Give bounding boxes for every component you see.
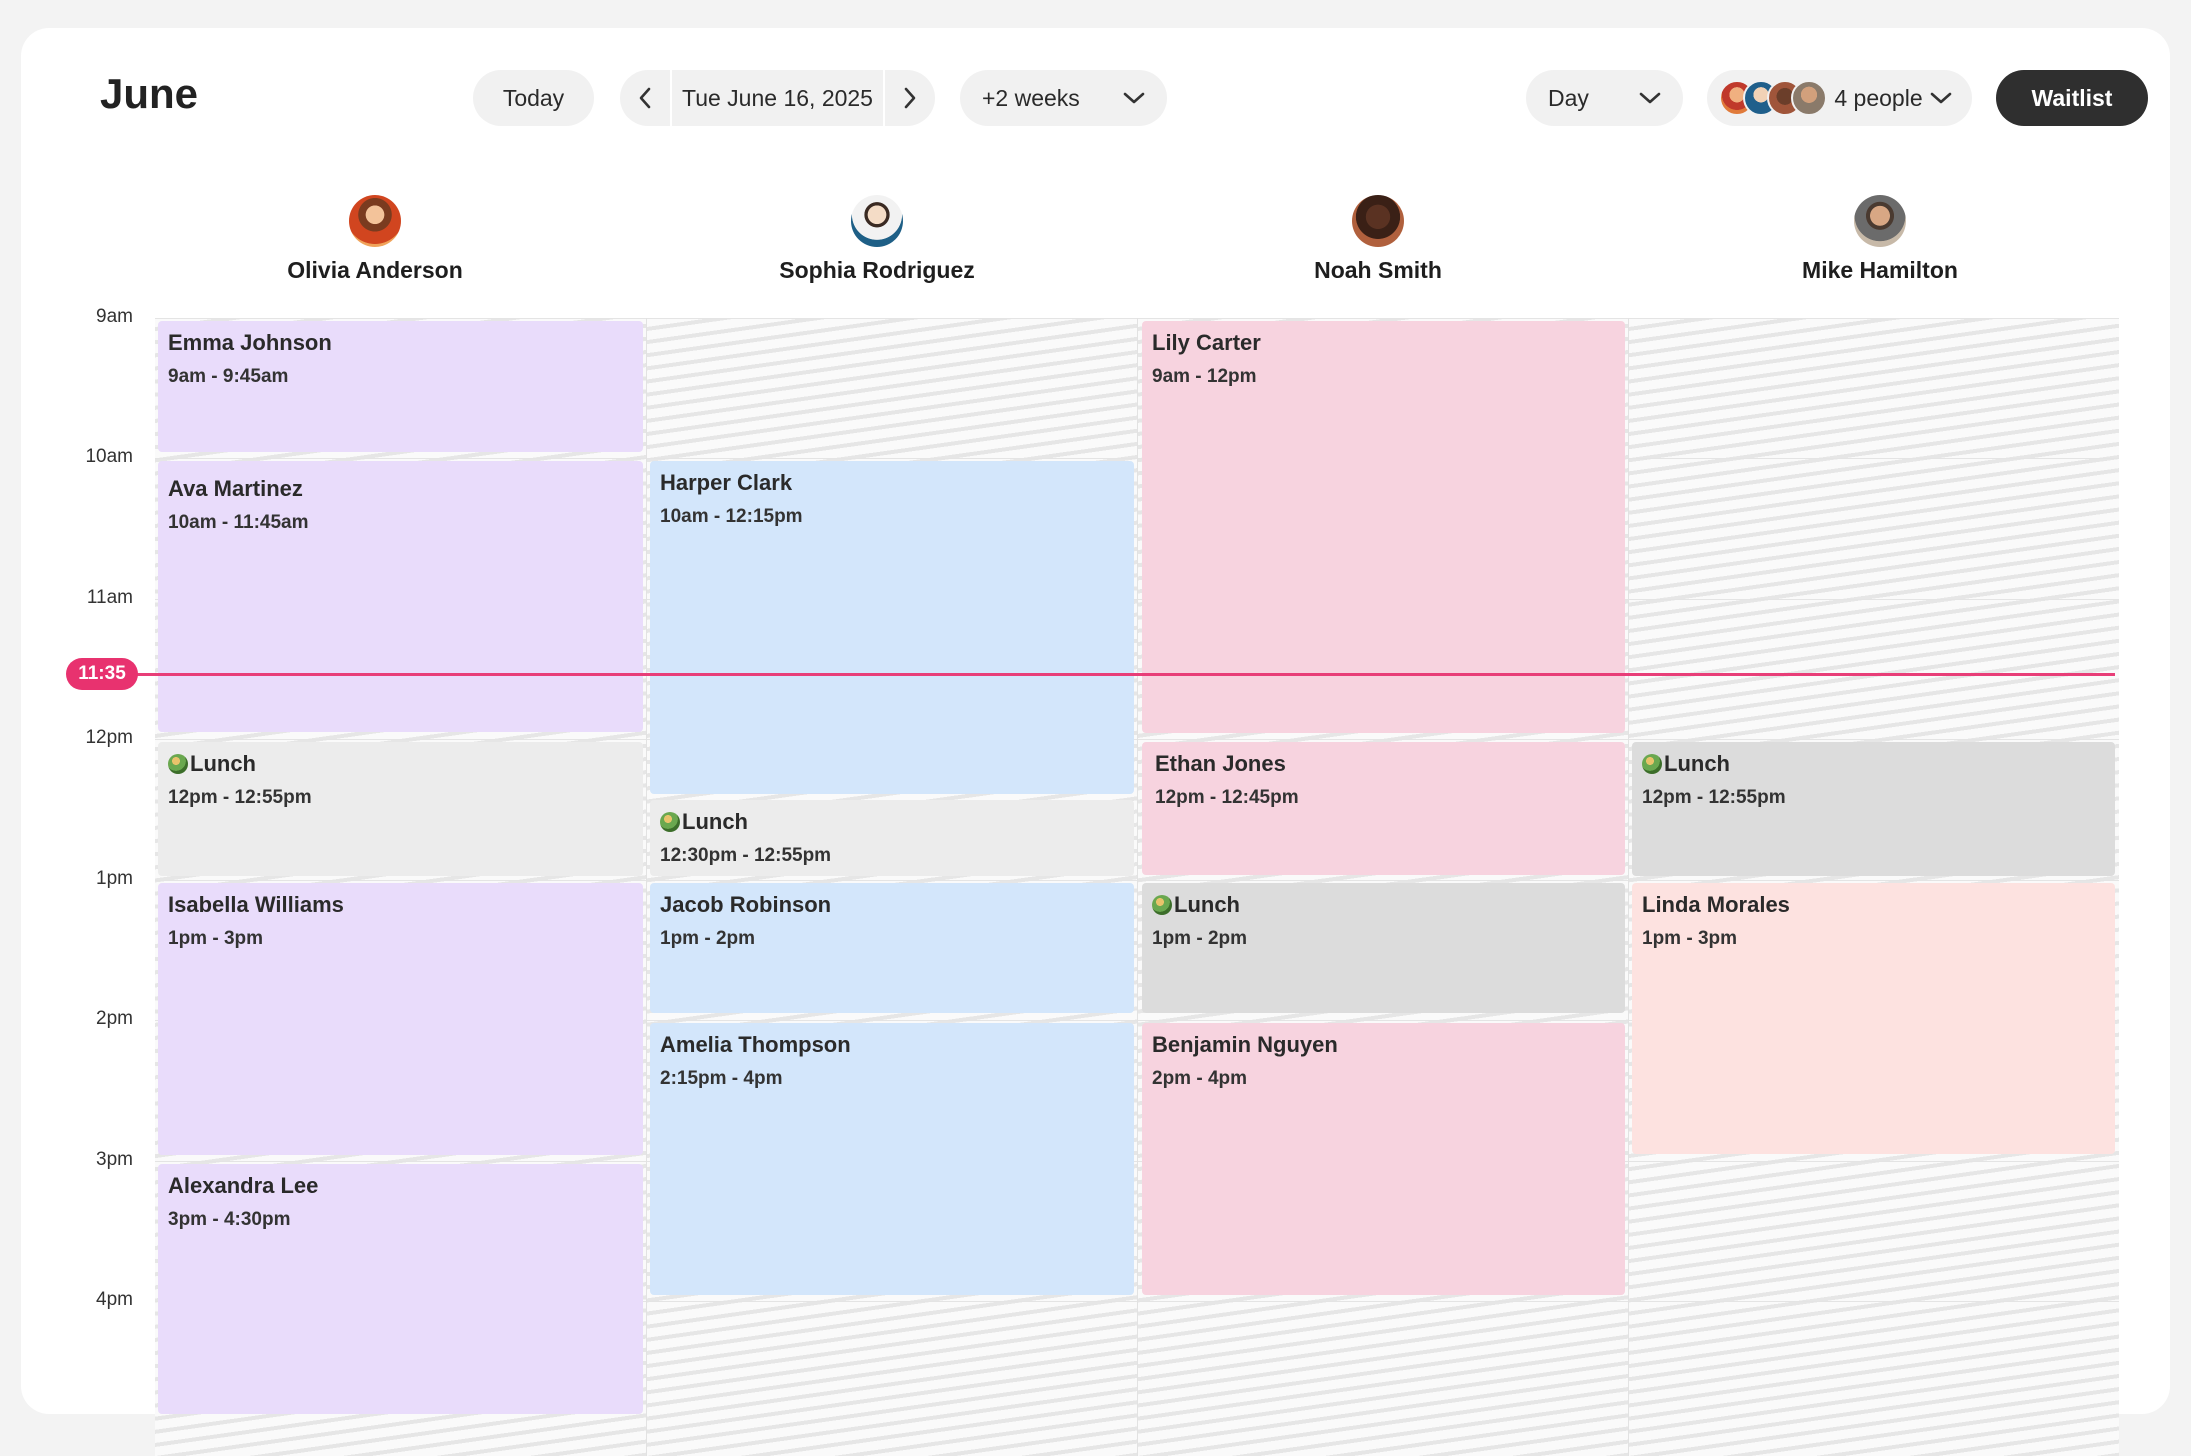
appointment-title: Alexandra Lee [168, 1173, 319, 1198]
chevron-right-icon [904, 87, 916, 109]
chevron-down-icon [1639, 87, 1661, 109]
appointment-time: 10am - 12:15pm [660, 505, 803, 527]
appointment-time: 12pm - 12:55pm [1642, 786, 1786, 808]
time-label: 9am [96, 306, 133, 327]
staff-header-mike-hamilton[interactable]: Mike Hamilton [1635, 195, 2125, 284]
appointment-time: 2pm - 4pm [1152, 1067, 1248, 1089]
chevron-left-icon [639, 87, 651, 109]
staff-name: Sophia Rodriguez [779, 257, 975, 283]
appointment-title: Lunch [190, 751, 256, 776]
appointment-title: Ava Martinez [168, 476, 303, 501]
time-label: 1pm [96, 868, 133, 889]
view-dropdown[interactable]: Day [1526, 70, 1683, 126]
range-dropdown[interactable]: +2 weeks [960, 70, 1167, 126]
appointment-time: 12:30pm - 12:55pm [660, 844, 832, 866]
salad-icon [1152, 895, 1172, 916]
staff-name: Olivia Anderson [287, 257, 463, 283]
appointment-card[interactable]: Jacob Robinson 1pm - 2pm [650, 883, 1134, 1013]
lunch-block[interactable]: Lunch 12pm - 12:55pm [158, 742, 643, 876]
appointment-time: 9am - 9:45am [168, 365, 289, 387]
appointment-time: 1pm - 3pm [168, 927, 264, 949]
appointment-card[interactable]: Harper Clark 10am - 12:15pm [650, 461, 1134, 794]
lunch-block[interactable]: Lunch 1pm - 2pm [1142, 883, 1625, 1013]
appointment-title: Amelia Thompson [660, 1032, 851, 1057]
staff-name: Mike Hamilton [1802, 257, 1958, 283]
appointment-time: 1pm - 3pm [1642, 927, 1738, 949]
column-divider [1137, 318, 1138, 1456]
staff-header-olivia-anderson[interactable]: Olivia Anderson [130, 195, 620, 284]
time-label: 10am [85, 446, 133, 467]
lunch-block[interactable]: Lunch 12:30pm - 12:55pm [650, 800, 1134, 876]
appointment-time: 12pm - 12:55pm [168, 786, 312, 808]
staff-header-sophia-rodriguez[interactable]: Sophia Rodriguez [632, 195, 1122, 284]
column-divider [1628, 318, 1629, 1456]
appointment-title: Lunch [1664, 751, 1730, 776]
current-date-label[interactable]: Tue June 16, 2025 [670, 70, 885, 126]
avatar [1352, 195, 1404, 247]
view-label: Day [1548, 84, 1589, 111]
today-button[interactable]: Today [473, 70, 594, 126]
schedule-grid: Emma Johnson 9am - 9:45am Ava Martinez 1… [155, 318, 2119, 1456]
time-label: 3pm [96, 1149, 133, 1170]
current-time-line [135, 673, 2115, 676]
appointment-time: 10am - 11:45am [168, 511, 309, 533]
appointment-title: Jacob Robinson [660, 892, 832, 917]
appointment-card[interactable]: Benjamin Nguyen 2pm - 4pm [1142, 1023, 1625, 1295]
people-avatar-stack [1719, 80, 1827, 116]
appointment-card[interactable]: Ava Martinez 10am - 11:45am [158, 461, 643, 732]
current-time-badge: 11:35 [66, 658, 138, 690]
appointment-card[interactable]: Emma Johnson 9am - 9:45am [158, 321, 643, 452]
next-day-button[interactable] [885, 70, 935, 126]
range-label: +2 weeks [982, 84, 1080, 111]
today-label: Today [502, 84, 565, 111]
appointment-title: Lily Carter [1152, 330, 1261, 355]
appointment-time: 1pm - 2pm [1152, 927, 1248, 949]
staff-header-noah-smith[interactable]: Noah Smith [1133, 195, 1623, 284]
appointment-title: Linda Morales [1642, 892, 1790, 917]
salad-icon [660, 812, 680, 833]
column-divider [646, 318, 647, 1456]
previous-day-button[interactable] [620, 70, 670, 126]
appointment-time: 3pm - 4:30pm [168, 1208, 291, 1230]
appointment-title: Lunch [1174, 892, 1240, 917]
avatar [851, 195, 903, 247]
appointment-title: Harper Clark [660, 470, 793, 495]
appointment-time: 9am - 12pm [1152, 365, 1257, 387]
time-label: 2pm [96, 1008, 133, 1029]
people-filter-dropdown[interactable]: 4 people [1707, 70, 1972, 126]
appointment-time: 2:15pm - 4pm [660, 1067, 783, 1089]
appointment-card[interactable]: Amelia Thompson 2:15pm - 4pm [650, 1023, 1134, 1295]
appointment-title: Ethan Jones [1155, 751, 1286, 776]
date-navigator: Tue June 16, 2025 [620, 70, 935, 126]
salad-icon [1642, 754, 1662, 775]
chevron-down-icon [1123, 87, 1145, 109]
lunch-block[interactable]: Lunch 12pm - 12:55pm [1632, 742, 2115, 876]
avatar [1791, 80, 1827, 116]
waitlist-label: Waitlist [2031, 84, 2113, 111]
time-label: 4pm [96, 1289, 133, 1310]
appointment-card[interactable]: Ethan Jones 12pm - 12:45pm [1142, 742, 1625, 875]
avatar [349, 195, 401, 247]
time-label: 12pm [85, 727, 133, 748]
appointment-time: 12pm - 12:45pm [1155, 786, 1299, 808]
time-label: 11am [86, 587, 133, 608]
salad-icon [168, 754, 188, 775]
chevron-down-icon [1930, 87, 1952, 109]
appointment-title: Emma Johnson [168, 330, 332, 355]
appointment-title: Isabella Williams [168, 892, 344, 917]
appointment-card[interactable]: Linda Morales 1pm - 3pm [1632, 883, 2115, 1154]
staff-name: Noah Smith [1314, 257, 1442, 283]
people-label: 4 people [1834, 84, 1923, 111]
appointment-card[interactable]: Isabella Williams 1pm - 3pm [158, 883, 643, 1155]
appointment-time: 1pm - 2pm [660, 927, 756, 949]
appointment-title: Benjamin Nguyen [1152, 1032, 1338, 1057]
appointment-title: Lunch [682, 809, 748, 834]
avatar [1854, 195, 1906, 247]
waitlist-button[interactable]: Waitlist [1996, 70, 2148, 126]
appointment-card[interactable]: Alexandra Lee 3pm - 4:30pm [158, 1164, 643, 1414]
appointment-card[interactable]: Lily Carter 9am - 12pm [1142, 321, 1625, 733]
month-title: June [100, 70, 199, 117]
